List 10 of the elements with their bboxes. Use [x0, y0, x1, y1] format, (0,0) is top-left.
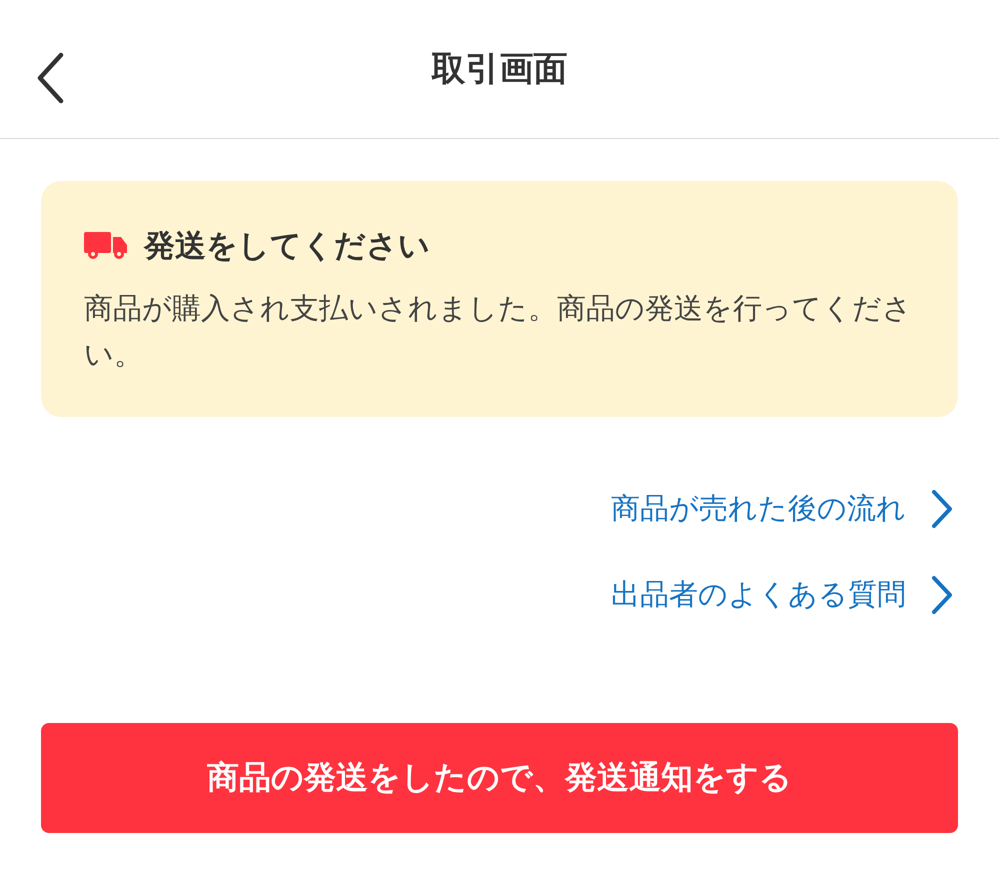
notice-title: 発送をしてください [144, 227, 430, 266]
back-icon [36, 52, 64, 104]
screen-title: 取引画面 [432, 48, 568, 91]
help-link[interactable]: 出品者のよくある質問 [611, 575, 954, 615]
notice-message: 商品が購入され支払いされました。商品の発送を行ってください。 [84, 290, 913, 373]
shipping-notification-button[interactable]: 商品の発送をしたので、発送通知をする [41, 723, 958, 833]
truck-icon [84, 232, 128, 260]
chevron-right-icon [930, 575, 954, 615]
chevron-right-icon [930, 489, 954, 529]
help-link[interactable]: 商品が売れた後の流れ [611, 489, 954, 529]
